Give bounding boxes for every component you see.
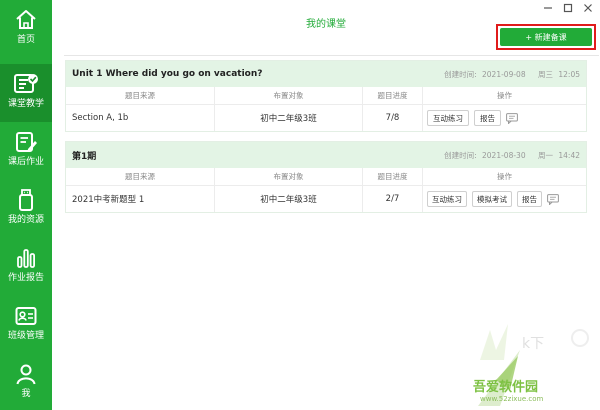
- row-progress: 2/7: [363, 186, 423, 212]
- row-progress: 7/8: [363, 105, 423, 131]
- new-lesson-button[interactable]: + 新建备课: [500, 28, 592, 46]
- table-row: Section A, 1b 初中二年级3班 7/8 互动练习 报告: [66, 105, 586, 131]
- sidebar-item-label: 班级管理: [7, 331, 44, 341]
- lesson-card-header: Unit 1 Where did you go on vacation? 创建时…: [66, 61, 586, 87]
- table-header: 题目来源 布置对象 题目进度 操作: [66, 168, 586, 186]
- row-source: 2021中考新题型 1: [66, 186, 215, 212]
- created-date: 2021-09-08: [482, 69, 526, 79]
- created-label: 创建时间:: [444, 150, 477, 160]
- sidebar-item-label: 我的资源: [7, 215, 44, 225]
- sidebar-item-label: 作业报告: [7, 273, 44, 283]
- report-button[interactable]: 报告: [517, 191, 542, 207]
- column-header-progress: 题目进度: [363, 87, 423, 104]
- created-weekday: 周一: [537, 150, 553, 160]
- home-icon: [16, 10, 36, 29]
- svg-text:k下: k下: [522, 336, 544, 352]
- sidebar-item-classroom[interactable]: 课堂教学: [0, 64, 52, 122]
- homework-icon: [16, 132, 37, 152]
- row-target: 初中二年级3班: [215, 186, 363, 212]
- row-target: 初中二年级3班: [215, 105, 363, 131]
- comment-icon: [506, 112, 518, 124]
- resource-icon: [19, 189, 33, 211]
- interactive-practice-button[interactable]: 互动练习: [427, 110, 469, 126]
- column-header-actions: 操作: [497, 172, 512, 181]
- created-label: 创建时间:: [444, 69, 477, 79]
- classroom-icon: [14, 74, 38, 93]
- lesson-created-meta: 创建时间: 2021-09-08 周三 12:05: [441, 69, 580, 80]
- column-header-progress: 题目进度: [363, 168, 423, 185]
- watermark-site-name: 吾爱软件园: [473, 380, 539, 395]
- created-time: 12:05: [558, 69, 580, 79]
- minimize-button[interactable]: [542, 2, 554, 14]
- lesson-card: Unit 1 Where did you go on vacation? 创建时…: [65, 60, 587, 132]
- comment-button[interactable]: [547, 193, 559, 205]
- maximize-icon: [563, 3, 573, 13]
- maximize-button[interactable]: [562, 2, 574, 14]
- user-icon: [16, 364, 36, 385]
- created-weekday: 周三: [537, 69, 553, 79]
- table-header: 题目来源 布置对象 题目进度 操作: [66, 87, 586, 105]
- sidebar-item-resources[interactable]: 我的资源: [0, 180, 52, 238]
- class-manage-icon: [15, 307, 37, 325]
- report-button[interactable]: 报告: [474, 110, 501, 126]
- comment-button[interactable]: [506, 112, 518, 124]
- column-header-source: 题目来源: [66, 168, 215, 185]
- minimize-icon: [544, 7, 552, 9]
- close-icon: [584, 4, 592, 12]
- lesson-card: 第1期 创建时间: 2021-08-30 周一 14:42 题目来源 布置对象 …: [65, 141, 587, 213]
- sidebar-item-class-management[interactable]: 班级管理: [0, 296, 52, 354]
- row-source: Section A, 1b: [66, 105, 215, 131]
- column-header-target: 布置对象: [215, 168, 363, 185]
- column-header-target: 布置对象: [215, 87, 363, 104]
- sidebar-item-reports[interactable]: 作业报告: [0, 238, 52, 296]
- interactive-practice-button[interactable]: 互动练习: [427, 191, 467, 207]
- sidebar: 首页 课堂教学 课后作业 我的资源 作业报告 班级管理 我: [0, 0, 52, 410]
- column-header-actions: 操作: [497, 91, 512, 100]
- sidebar-item-home[interactable]: 首页: [0, 0, 52, 58]
- lesson-title: 第1期: [72, 151, 97, 162]
- lesson-title: Unit 1 Where did you go on vacation?: [72, 69, 263, 79]
- row-actions: 互动练习 模拟考试 报告: [423, 186, 586, 212]
- table-row: 2021中考新题型 1 初中二年级3班 2/7 互动练习 模拟考试 报告: [66, 186, 586, 212]
- watermark-url: www.52zixue.com: [480, 395, 544, 403]
- mock-exam-button[interactable]: 模拟考试: [472, 191, 512, 207]
- sidebar-item-label: 课后作业: [7, 157, 44, 167]
- new-lesson-highlight: + 新建备课: [496, 24, 596, 50]
- sidebar-item-label: 首页: [16, 35, 35, 45]
- column-header-source: 题目来源: [66, 87, 215, 104]
- report-chart-icon: [17, 249, 36, 268]
- sidebar-item-label: 我: [21, 389, 31, 399]
- row-actions: 互动练习 报告: [423, 105, 586, 131]
- window-controls: [542, 2, 594, 14]
- sidebar-item-homework[interactable]: 课后作业: [0, 122, 52, 180]
- created-date: 2021-08-30: [482, 150, 526, 160]
- created-time: 14:42: [558, 150, 580, 160]
- lesson-card-header: 第1期 创建时间: 2021-08-30 周一 14:42: [66, 142, 586, 168]
- lesson-created-meta: 创建时间: 2021-08-30 周一 14:42: [441, 150, 580, 161]
- comment-icon: [547, 193, 559, 205]
- header-divider: [64, 55, 599, 56]
- sidebar-item-me[interactable]: 我: [0, 354, 52, 410]
- sidebar-item-label: 课堂教学: [7, 99, 44, 109]
- close-button[interactable]: [582, 2, 594, 14]
